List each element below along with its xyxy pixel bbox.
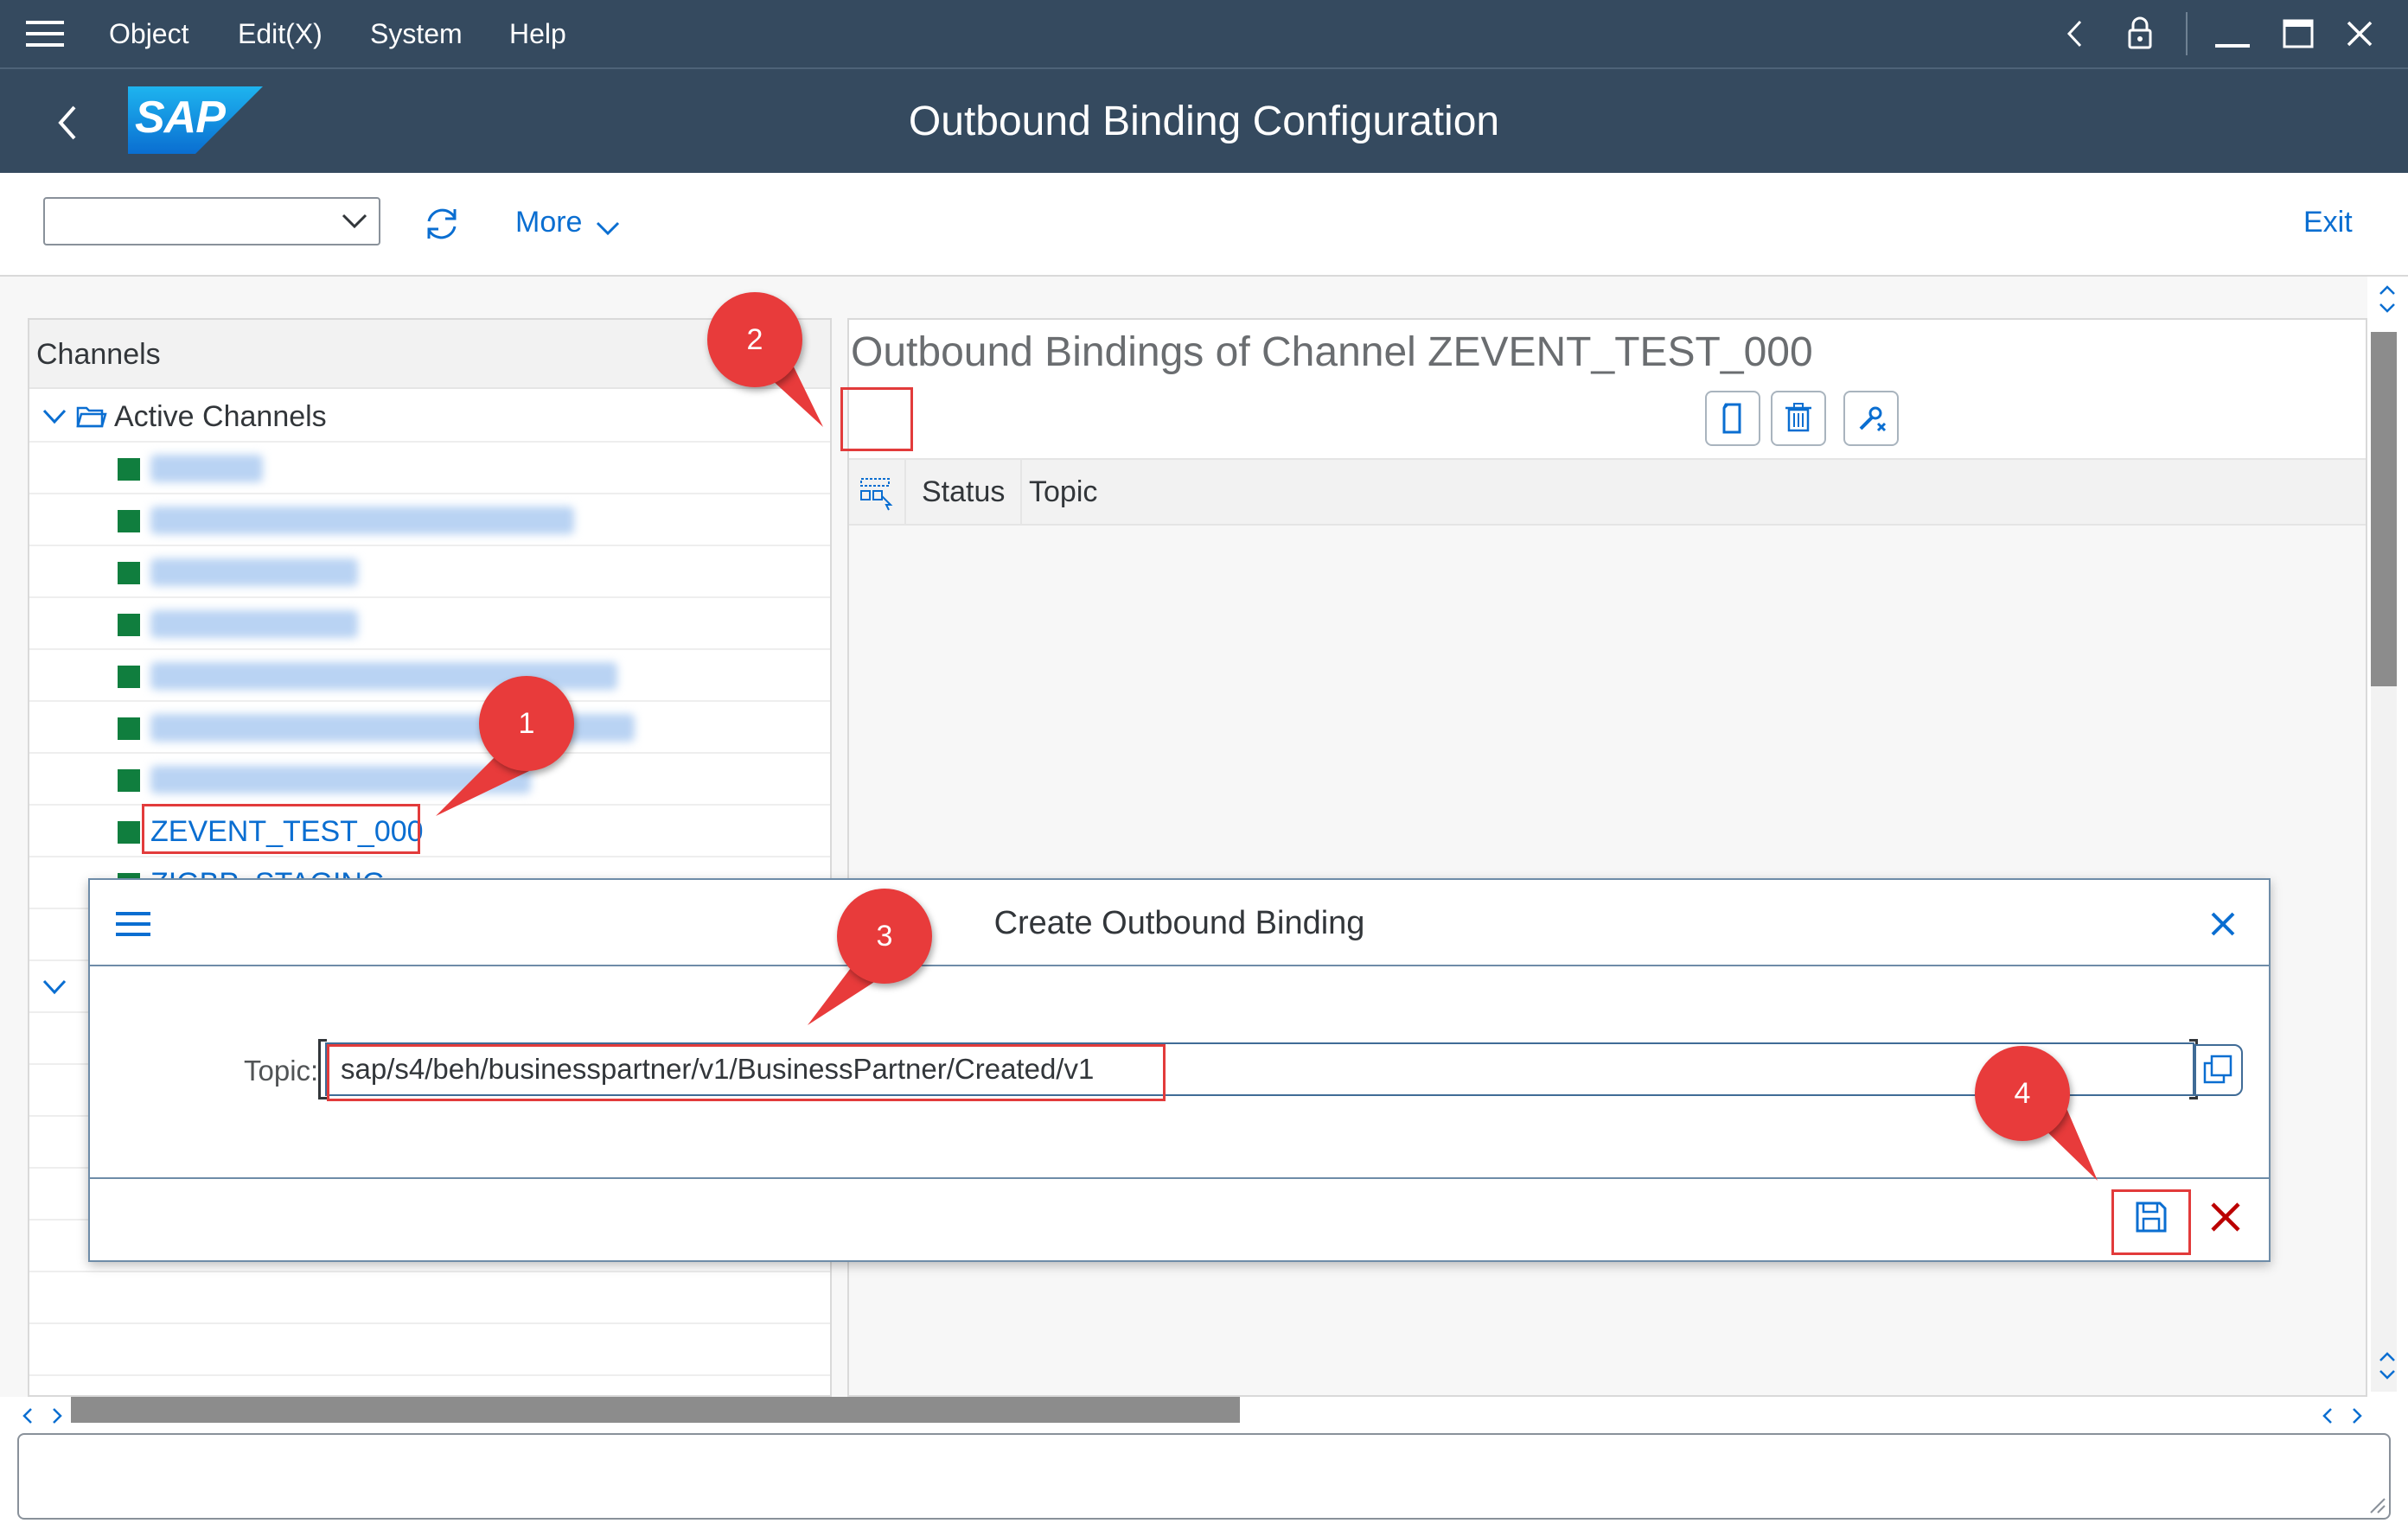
callout-3: 3 — [837, 889, 932, 984]
callout-4: 4 — [1975, 1046, 2070, 1141]
callout-1: 1 — [479, 676, 574, 771]
callout-2: 2 — [707, 292, 802, 387]
callout-pointers — [436, 353, 2098, 1181]
